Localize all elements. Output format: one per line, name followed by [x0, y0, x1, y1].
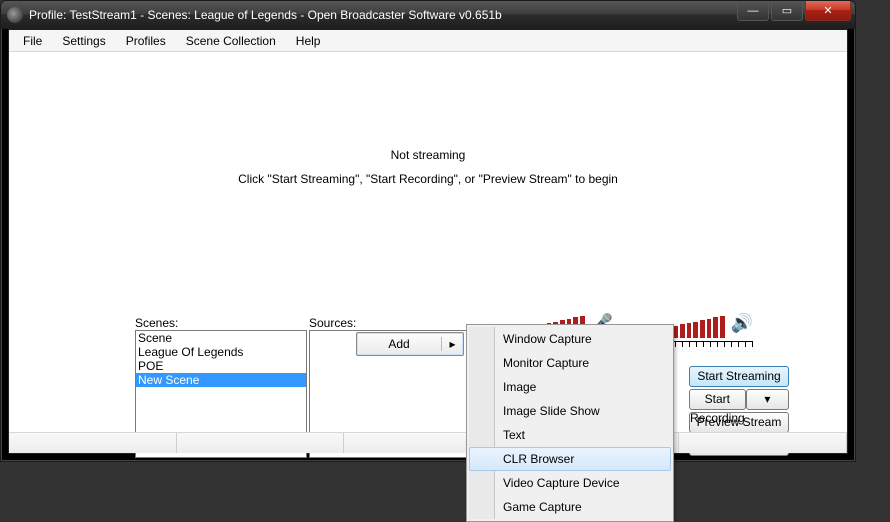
preview-stream-button[interactable]: Preview Stream [689, 412, 789, 433]
minimize-button[interactable]: — [737, 1, 769, 21]
app-window: Profile: TestStream1 - Scenes: League of… [0, 0, 856, 462]
add-source-label: Add [357, 337, 441, 351]
scenes-label: Scenes: [135, 316, 307, 330]
titlebar[interactable]: Profile: TestStream1 - Scenes: League of… [1, 1, 855, 29]
context-menu-item[interactable]: Window Capture [469, 327, 671, 351]
menubar: File Settings Profiles Scene Collection … [9, 30, 847, 52]
context-menu-item[interactable]: Image [469, 375, 671, 399]
menu-file[interactable]: File [13, 31, 52, 51]
menu-scene-collection[interactable]: Scene Collection [176, 31, 286, 51]
app-icon [7, 7, 23, 23]
speaker-icon[interactable]: 🔊 [731, 313, 753, 334]
context-menu-item[interactable]: CLR Browser [469, 447, 671, 471]
maximize-button[interactable]: ▭ [771, 1, 803, 21]
scene-item[interactable]: POE [136, 359, 306, 373]
menu-profiles[interactable]: Profiles [116, 31, 176, 51]
client-area: File Settings Profiles Scene Collection … [8, 29, 848, 454]
statusbar [9, 432, 847, 453]
start-streaming-button[interactable]: Start Streaming [689, 366, 789, 387]
context-menu-item[interactable]: Game Capture [469, 495, 671, 519]
scene-item[interactable]: League Of Legends [136, 345, 306, 359]
add-source-menu-button[interactable]: Add ▸ [356, 332, 464, 356]
scene-item[interactable]: New Scene [136, 373, 306, 387]
submenu-arrow-icon: ▸ [441, 337, 463, 351]
status-cell [679, 433, 847, 453]
scene-item[interactable]: Scene [136, 331, 306, 345]
preview-area: Not streaming Click "Start Streaming", "… [9, 52, 847, 282]
status-cell [177, 433, 345, 453]
sources-label: Sources: [309, 316, 489, 330]
status-cell [9, 433, 177, 453]
preview-hint: Click "Start Streaming", "Start Recordin… [238, 172, 618, 186]
context-menu-item[interactable]: Text [469, 423, 671, 447]
start-recording-button[interactable]: Start Recording [689, 389, 746, 410]
context-menu-item[interactable]: Monitor Capture [469, 351, 671, 375]
menu-help[interactable]: Help [286, 31, 331, 51]
menu-settings[interactable]: Settings [52, 31, 115, 51]
recording-dropdown-button[interactable]: ▾ [746, 389, 789, 410]
close-button[interactable]: ✕ [805, 1, 851, 21]
window-title: Profile: TestStream1 - Scenes: League of… [29, 8, 502, 22]
context-menu-item[interactable]: Image Slide Show [469, 399, 671, 423]
context-menu-item[interactable]: Video Capture Device [469, 471, 671, 495]
add-source-submenu: Window CaptureMonitor CaptureImageImage … [466, 324, 674, 522]
preview-status: Not streaming [391, 148, 466, 162]
